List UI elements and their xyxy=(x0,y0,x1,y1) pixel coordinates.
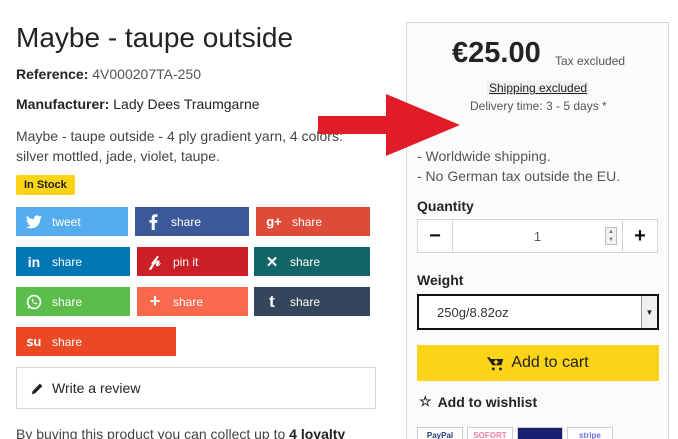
manufacturer-link[interactable]: Lady Dees Traumgarne xyxy=(113,96,259,112)
quantity-increase-button[interactable]: + xyxy=(623,220,657,252)
manufacturer-label: Manufacturer: xyxy=(16,96,110,112)
product-title: Maybe - taupe outside xyxy=(16,22,294,53)
quantity-spinner[interactable]: ▲ ▼ xyxy=(605,227,617,245)
write-review-button[interactable]: Write a review xyxy=(16,367,376,409)
card-icon xyxy=(517,427,563,439)
stripe-icon: stripe xyxy=(567,427,613,439)
share-label: share xyxy=(173,294,204,309)
cart-icon xyxy=(487,356,505,371)
write-review-label: Write a review xyxy=(52,380,141,396)
share-label: tweet xyxy=(52,214,81,229)
tax-note: Tax excluded xyxy=(555,54,626,68)
share-google-plus-button[interactable]: g+ share xyxy=(256,207,370,236)
pinterest-icon: 𝓅 xyxy=(149,252,161,270)
loyalty-text: By buying this product you can collect u… xyxy=(16,426,345,439)
feature-no-german-tax: - No German tax outside the EU. xyxy=(417,168,621,184)
google-plus-icon: g+ xyxy=(266,214,282,229)
share-twitter-button[interactable]: tweet xyxy=(16,207,128,236)
buy-box: €25.00 Tax excluded Shipping excluded De… xyxy=(406,22,669,439)
add-to-wishlist-button[interactable]: ☆ Add to wishlist xyxy=(419,393,537,410)
add-to-cart-button[interactable]: Add to cart xyxy=(417,345,659,381)
share-label: share xyxy=(290,294,321,309)
add-to-wishlist-label: Add to wishlist xyxy=(437,393,538,410)
reference-label: Reference: xyxy=(16,66,89,82)
share-label: share xyxy=(171,214,202,229)
shipping-link[interactable]: Shipping excluded xyxy=(487,81,590,95)
product-reference: Reference: 4V000207TA-250 xyxy=(16,66,201,82)
add-to-cart-label: Add to cart xyxy=(511,354,589,371)
stock-badge: In Stock xyxy=(16,175,75,195)
sofort-icon: SOFORT xyxy=(467,427,513,439)
share-pinterest-button[interactable]: 𝓅 pin it xyxy=(137,247,248,276)
share-label: share xyxy=(290,254,321,269)
weight-label: Weight xyxy=(417,272,464,288)
product-manufacturer: Manufacturer: Lady Dees Traumgarne xyxy=(16,96,260,112)
facebook-icon xyxy=(135,213,171,230)
share-label: pin it xyxy=(173,254,199,269)
share-whatsapp-button[interactable]: share xyxy=(16,287,130,316)
linkedin-icon: in xyxy=(27,253,41,270)
quantity-value: 1 xyxy=(533,228,542,244)
loyalty-prefix: By buying this product you can collect u… xyxy=(16,426,286,439)
share-label: share xyxy=(52,334,83,349)
paypal-icon: PayPal xyxy=(417,427,463,439)
tumblr-icon: t xyxy=(269,291,275,311)
quantity-label: Quantity xyxy=(417,198,474,214)
share-stumbleupon-button[interactable]: ꜱu share xyxy=(16,327,176,356)
spin-down-icon[interactable]: ▼ xyxy=(606,236,616,244)
share-label: share xyxy=(52,294,83,309)
weight-select[interactable]: 250g/8.82oz ▼ xyxy=(417,294,659,330)
stumbleupon-icon: ꜱu xyxy=(26,333,42,349)
share-tumblr-button[interactable]: t share xyxy=(254,287,370,316)
product-description: Maybe - taupe outside - 4 ply gradient y… xyxy=(16,128,343,164)
quantity-decrease-button[interactable]: − xyxy=(418,220,452,252)
xing-icon: ✕ xyxy=(265,253,279,271)
twitter-icon xyxy=(16,214,52,229)
share-facebook-button[interactable]: share xyxy=(135,207,249,236)
delivery-time: Delivery time: 3 - 5 days * xyxy=(470,99,607,113)
star-icon: ☆ xyxy=(419,393,432,409)
payment-methods: PayPal SOFORT stripe xyxy=(417,427,613,439)
annotation-arrow-icon xyxy=(318,94,460,156)
reference-value: 4V000207TA-250 xyxy=(92,66,201,82)
share-xing-button[interactable]: ✕ share xyxy=(254,247,370,276)
addthis-icon: + xyxy=(149,291,161,311)
share-addthis-button[interactable]: + share xyxy=(137,287,248,316)
weight-selected-value: 250g/8.82oz xyxy=(437,304,509,320)
quantity-stepper: − 1 ▲ ▼ + xyxy=(417,219,658,253)
loyalty-points: 4 loyalty xyxy=(289,426,346,439)
spin-up-icon[interactable]: ▲ xyxy=(606,228,616,236)
share-label: share xyxy=(292,214,323,229)
share-linkedin-button[interactable]: in share xyxy=(16,247,130,276)
share-label: share xyxy=(52,254,83,269)
whatsapp-icon xyxy=(16,294,52,310)
quantity-input[interactable]: 1 ▲ ▼ xyxy=(452,220,623,252)
chevron-down-icon[interactable]: ▼ xyxy=(641,296,657,328)
product-price: €25.00 xyxy=(452,37,541,69)
pencil-icon xyxy=(31,382,44,395)
